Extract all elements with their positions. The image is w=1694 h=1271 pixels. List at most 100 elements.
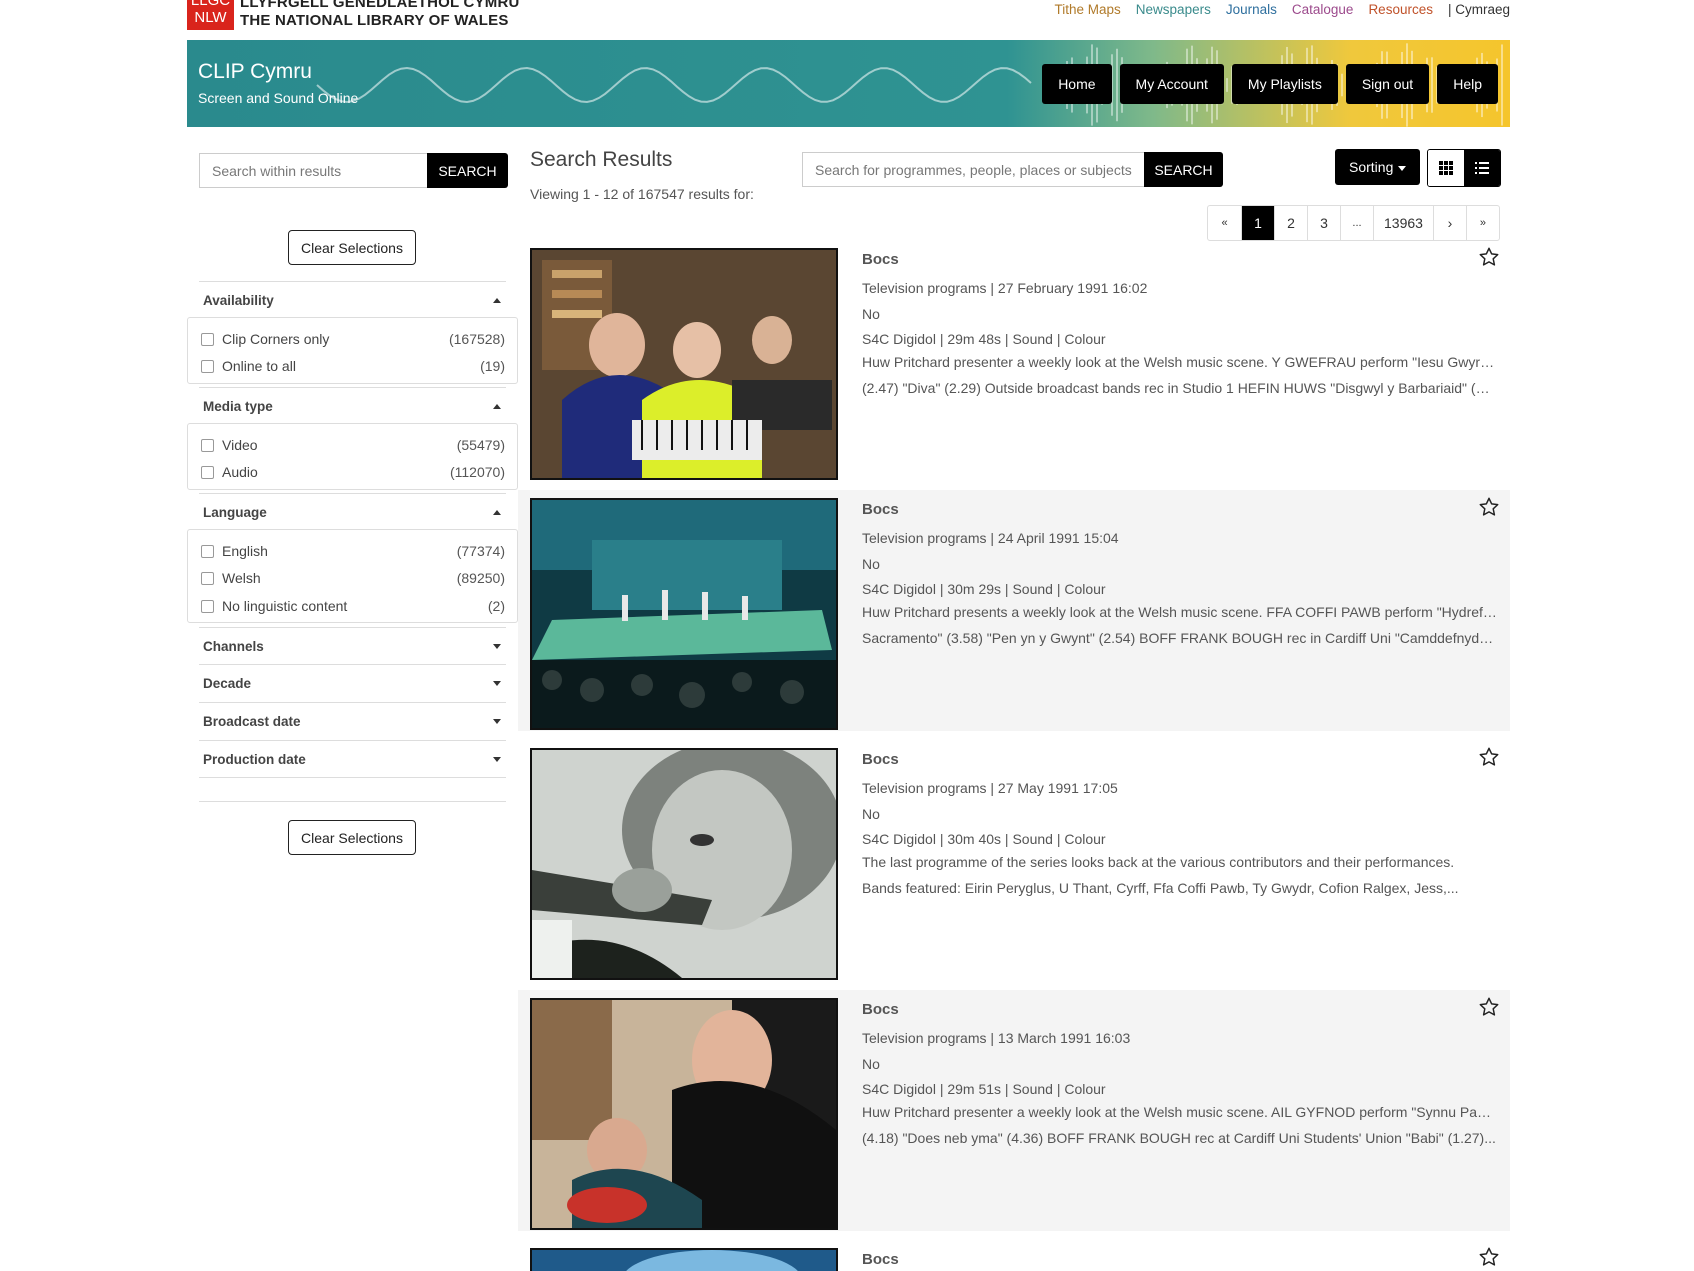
nav-help-button[interactable]: Help <box>1437 64 1498 104</box>
facet-channels-header[interactable]: Channels <box>199 627 506 664</box>
nlw-logo[interactable]: LLGC NLW <box>187 0 234 30</box>
star-icon[interactable] <box>1478 996 1500 1018</box>
checkbox[interactable] <box>201 544 214 558</box>
facet-option-label[interactable]: Online to all <box>222 358 296 374</box>
page-first-button[interactable]: « <box>1208 206 1241 240</box>
page-last-number-button[interactable]: 13963 <box>1373 206 1433 240</box>
facet-decade-header[interactable]: Decade <box>199 664 506 701</box>
list-view-icon[interactable] <box>1464 150 1500 186</box>
checkbox[interactable] <box>201 571 214 585</box>
result-thumbnail[interactable] <box>530 248 838 480</box>
page-3-button[interactable]: 3 <box>1307 206 1340 240</box>
facet-language-options: English (77374) Welsh (89250) No linguis… <box>187 529 518 623</box>
facet-broadcast-date-label: Broadcast date <box>203 713 301 729</box>
facet-option: Online to all (19) <box>201 356 505 376</box>
page-last-button[interactable]: » <box>1465 206 1499 240</box>
facet-option-count: (112070) <box>449 464 505 480</box>
star-icon[interactable] <box>1478 1246 1500 1268</box>
nav-sign-out-button[interactable]: Sign out <box>1345 64 1430 104</box>
page-2-button[interactable]: 2 <box>1274 206 1307 240</box>
facet-availability-header[interactable]: Availability <box>199 281 506 318</box>
result-thumbnail[interactable] <box>530 1248 838 1271</box>
result-description: Huw Pritchard presenter a weekly look at… <box>862 350 1497 401</box>
facet-production-date-header[interactable]: Production date <box>199 740 506 777</box>
result-title[interactable]: Bocs <box>862 1251 899 1268</box>
link-newspapers[interactable]: Newspapers <box>1136 2 1211 17</box>
caret-up-icon <box>493 297 501 303</box>
facet-option: Welsh (89250) <box>201 568 505 588</box>
main-search-input[interactable] <box>802 152 1144 187</box>
result-title[interactable]: Bocs <box>862 251 899 268</box>
link-cymraeg[interactable]: | Cymraeg <box>1448 2 1510 17</box>
result-title[interactable]: Bocs <box>862 751 899 768</box>
facet-language-header[interactable]: Language <box>199 493 506 530</box>
library-name-english: THE NATIONAL LIBRARY OF WALES <box>240 12 509 29</box>
page-title: Search Results <box>530 148 673 171</box>
nav-my-playlists-button[interactable]: My Playlists <box>1231 64 1338 104</box>
clear-selections-button-top[interactable]: Clear Selections <box>288 230 416 265</box>
result-description: Huw Pritchard presents a weekly look at … <box>862 600 1497 651</box>
caret-up-icon <box>493 403 501 409</box>
result-title[interactable]: Bocs <box>862 1001 899 1018</box>
facet-media-type-header[interactable]: Media type <box>199 387 506 424</box>
facet-option-label[interactable]: English <box>222 543 268 559</box>
pagination: « 1 2 3 ... 13963 › » <box>1207 205 1500 241</box>
nav-my-account-button[interactable]: My Account <box>1119 64 1224 104</box>
page-next-button[interactable]: › <box>1432 206 1466 240</box>
checkbox[interactable] <box>201 465 214 479</box>
checkbox[interactable] <box>201 332 214 346</box>
facet-option-label[interactable]: Video <box>222 437 258 453</box>
link-resources[interactable]: Resources <box>1368 2 1433 17</box>
checkbox[interactable] <box>201 438 214 452</box>
result-thumbnail[interactable] <box>530 748 838 980</box>
search-within-button[interactable]: SEARCH <box>427 153 508 188</box>
main-search-button[interactable]: SEARCH <box>1144 152 1223 187</box>
sorting-dropdown[interactable]: Sorting <box>1335 149 1421 185</box>
star-icon[interactable] <box>1478 746 1500 768</box>
result-meta: Television programs | 24 April 1991 15:0… <box>862 530 1119 546</box>
grid-view-icon[interactable] <box>1428 150 1464 186</box>
checkbox[interactable] <box>201 599 214 613</box>
facet-option-label[interactable]: Clip Corners only <box>222 331 329 347</box>
facet-option-count: (167528) <box>448 331 505 347</box>
result-details: S4C Digidol | 30m 40s | Sound | Colour <box>862 831 1106 847</box>
result-item: Bocs Television programs | 13 March 1991… <box>518 990 1510 1231</box>
library-name[interactable]: LLYFRGELL GENEDLAETHOL CYMRU THE NATIONA… <box>240 0 520 30</box>
caret-down-icon <box>493 680 501 686</box>
facet-option-label[interactable]: Welsh <box>222 570 261 586</box>
result-description-line: Sacramento" (3.58) "Pen yn y Gwynt" (2.5… <box>862 629 1497 646</box>
facet-option-label[interactable]: Audio <box>222 464 258 480</box>
link-tithe-maps[interactable]: Tithe Maps <box>1055 2 1121 17</box>
result-item: Bocs Television programs | 27 May 1991 1… <box>518 740 1510 981</box>
link-catalogue[interactable]: Catalogue <box>1292 2 1354 17</box>
link-journals[interactable]: Journals <box>1226 2 1277 17</box>
facet-option-label[interactable]: No linguistic content <box>222 598 347 614</box>
nav-home-button[interactable]: Home <box>1042 64 1112 104</box>
result-description-line: The last programme of the series looks b… <box>862 854 1455 870</box>
checkbox[interactable] <box>201 359 214 373</box>
result-description-line: Bands featured: Eirin Peryglus, U Thant,… <box>862 879 1459 896</box>
caret-up-icon <box>493 509 501 515</box>
result-title[interactable]: Bocs <box>862 501 899 518</box>
video-still-image <box>532 750 836 978</box>
clear-selections-button-bottom[interactable]: Clear Selections <box>288 820 416 855</box>
video-still-image <box>532 250 836 478</box>
search-within-input[interactable] <box>199 153 427 188</box>
facet-media-type-label: Media type <box>203 398 273 414</box>
page-1-button[interactable]: 1 <box>1241 206 1274 240</box>
result-details: S4C Digidol | 30m 29s | Sound | Colour <box>862 581 1106 597</box>
site-title[interactable]: CLIP Cymru <box>198 60 312 84</box>
caret-down-icon <box>493 718 501 724</box>
result-thumbnail[interactable] <box>530 498 838 730</box>
facet-broadcast-date-header[interactable]: Broadcast date <box>199 702 506 739</box>
result-meta: Television programs | 27 February 1991 1… <box>862 280 1148 296</box>
logo-mark: LLGC NLW <box>190 0 231 26</box>
star-icon[interactable] <box>1478 496 1500 518</box>
star-icon[interactable] <box>1478 246 1500 268</box>
video-still-image <box>532 500 836 728</box>
facet-option-count: (2) <box>487 598 505 614</box>
result-thumbnail[interactable] <box>530 998 838 1230</box>
facet-option-count: (19) <box>480 358 505 374</box>
video-still-image <box>532 1000 836 1228</box>
result-availability: No <box>862 1056 880 1072</box>
